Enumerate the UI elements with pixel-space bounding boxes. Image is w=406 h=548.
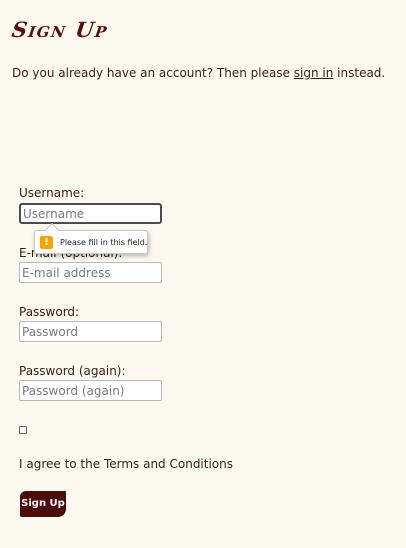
terms-label: I agree to the Terms and Conditions	[19, 457, 234, 471]
sign-up-button[interactable]: Sign Up	[20, 491, 66, 517]
intro-text-after: instead.	[333, 66, 386, 80]
intro-text: Do you already have an account? Then ple…	[12, 66, 385, 80]
validation-tooltip: ! Please fill in this field.	[34, 230, 148, 254]
page-title: Sign Up	[10, 17, 110, 42]
email-input[interactable]	[19, 262, 162, 283]
password-input[interactable]	[19, 321, 162, 342]
validation-message: Please fill in this field.	[60, 237, 148, 247]
password-label: Password:	[19, 305, 80, 319]
username-label: Username:	[19, 186, 85, 200]
terms-checkbox[interactable]	[19, 426, 27, 434]
username-input[interactable]	[19, 203, 162, 224]
sign-in-link[interactable]: sign in	[294, 66, 334, 80]
intro-text-before: Do you already have an account? Then ple…	[12, 66, 294, 80]
warning-icon: !	[40, 235, 53, 249]
password-again-label: Password (again):	[19, 364, 126, 378]
password-again-input[interactable]	[19, 380, 162, 401]
